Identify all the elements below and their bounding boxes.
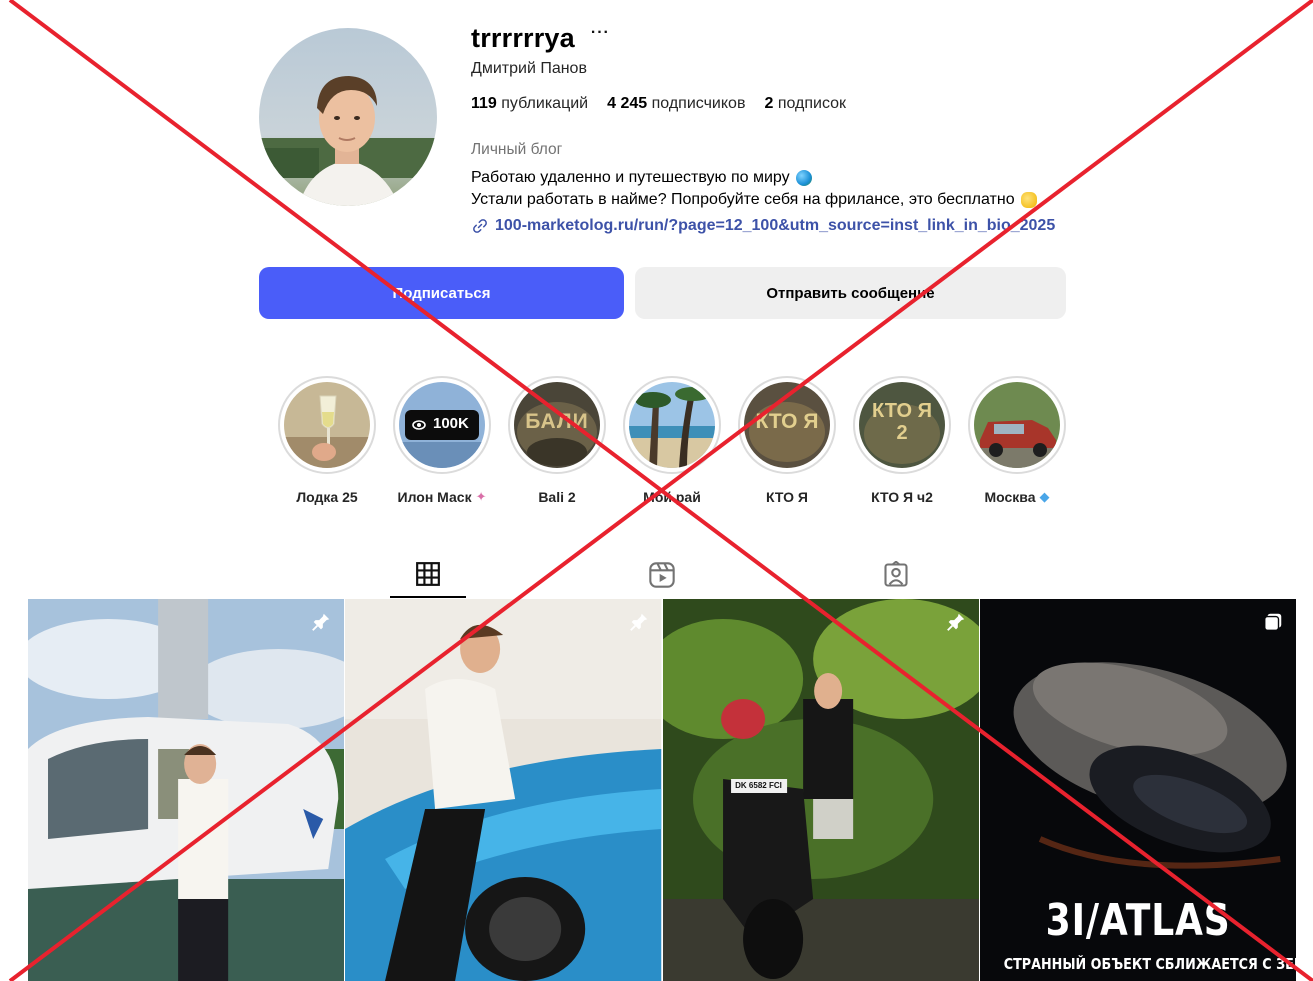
profile-category: Личный блог	[471, 141, 563, 158]
stat-following[interactable]: 2 подписок	[764, 95, 846, 113]
more-options-button[interactable]: ···	[591, 24, 610, 42]
rocket-emoji-icon: ✦	[475, 489, 487, 504]
grid-icon	[416, 562, 440, 586]
highlight-kto-ya[interactable]: КТО Я КТО Я	[731, 376, 843, 505]
cover-text: КТО Я 2	[872, 400, 932, 444]
post-image	[662, 599, 979, 981]
tagged-icon	[884, 561, 908, 587]
gem-emoji-icon: ◆	[1039, 489, 1050, 504]
globe-emoji-icon	[795, 170, 812, 186]
posts-grid: DK 6582 FCI 3I/ATLAS СТРАННЫЙ ОБЪЕКТ СБЛ…	[28, 599, 1296, 981]
kto-ya-2-cover-icon: КТО Я 2	[859, 382, 945, 468]
money-bag-emoji-icon	[1020, 192, 1037, 208]
tab-reels[interactable]	[624, 552, 700, 598]
follow-button[interactable]: Подписаться	[259, 267, 624, 319]
profile-full-name: Дмитрий Панов	[471, 60, 587, 77]
profile-avatar[interactable]	[259, 28, 437, 206]
link-text[interactable]: 100-marketolog.ru/run/?page=12_100&utm_s…	[495, 217, 1055, 235]
tab-tagged[interactable]	[858, 552, 934, 598]
highlight-my-paradise[interactable]: Мой рай	[616, 376, 728, 505]
highlight-label: Илон Маск	[397, 489, 472, 505]
wine-glass-icon	[284, 382, 370, 468]
pinned-icon	[946, 613, 964, 631]
profile-tabs	[0, 552, 1313, 600]
post-scooter-jungle[interactable]: DK 6582 FCI	[662, 599, 979, 981]
pinned-icon	[312, 613, 330, 631]
highlight-label: КТО Я ч2	[871, 489, 933, 505]
cover-text: БАЛИ	[525, 410, 589, 433]
bali-cover-icon: БАЛИ	[514, 382, 600, 468]
reels-icon	[649, 562, 675, 588]
carousel-icon	[1264, 613, 1282, 631]
pinned-icon	[629, 613, 647, 631]
post-image	[28, 599, 345, 981]
post-image	[345, 599, 662, 981]
tab-posts[interactable]	[390, 552, 466, 598]
post-subtitle: СТРАННЫЙ ОБЪЕКТ СБЛИЖАЕТСЯ С ЗЕМЛЕЙ	[1003, 955, 1296, 973]
profile-username: trrrrrrya	[471, 22, 575, 53]
cover-text: КТО Я	[755, 410, 819, 433]
views-badge-text: 100K	[433, 415, 469, 432]
highlight-label: КТО Я	[766, 489, 808, 505]
bio-line-2: Устали работать в найме? Попробуйте себя…	[471, 191, 1015, 208]
post-title: 3I/ATLAS	[1045, 895, 1231, 946]
profile-stats: 119 публикаций 4 245 подписчиков 2 подпи…	[471, 95, 846, 113]
bio-line-1: Работаю удаленно и путешествую по миру	[471, 169, 790, 186]
stat-posts: 119 публикаций	[471, 95, 589, 112]
profile-bio: Работаю удаленно и путешествую по миру У…	[471, 167, 1037, 211]
highlight-lodka[interactable]: Лодка 25	[271, 376, 383, 505]
highlight-elon-musk[interactable]: 100K Илон Маск ✦	[386, 376, 498, 505]
highlight-label: Мой рай	[643, 489, 701, 505]
red-car-icon	[974, 382, 1060, 468]
link-icon	[473, 219, 487, 233]
highlight-moscow[interactable]: Москва ◆	[961, 376, 1073, 505]
highlight-kto-ya-2[interactable]: КТО Я 2 КТО Я ч2	[846, 376, 958, 505]
profile-bio-link[interactable]: 100-marketolog.ru/run/?page=12_100&utm_s…	[471, 217, 1055, 235]
stat-followers[interactable]: 4 245 подписчиков	[607, 95, 745, 113]
beach-icon	[629, 382, 715, 468]
views-badge-icon: 100K	[399, 382, 485, 468]
license-plate-text: DK 6582 FCI	[735, 781, 782, 790]
send-message-button[interactable]: Отправить сообщение	[635, 267, 1066, 319]
kto-ya-cover-icon: КТО Я	[744, 382, 830, 468]
post-helicopter[interactable]	[28, 599, 345, 981]
highlight-label: Bali 2	[538, 489, 576, 505]
highlight-label: Москва	[984, 489, 1036, 505]
story-highlights: Лодка 25 100K Илон Маск ✦ БАЛИ Bali 2 Мо…	[0, 376, 1313, 516]
highlight-label: Лодка 25	[296, 489, 358, 505]
highlight-bali-2[interactable]: БАЛИ Bali 2	[501, 376, 613, 505]
post-blue-car[interactable]	[345, 599, 662, 981]
post-atlas[interactable]: 3I/ATLAS СТРАННЫЙ ОБЪЕКТ СБЛИЖАЕТСЯ С ЗЕ…	[979, 599, 1296, 981]
